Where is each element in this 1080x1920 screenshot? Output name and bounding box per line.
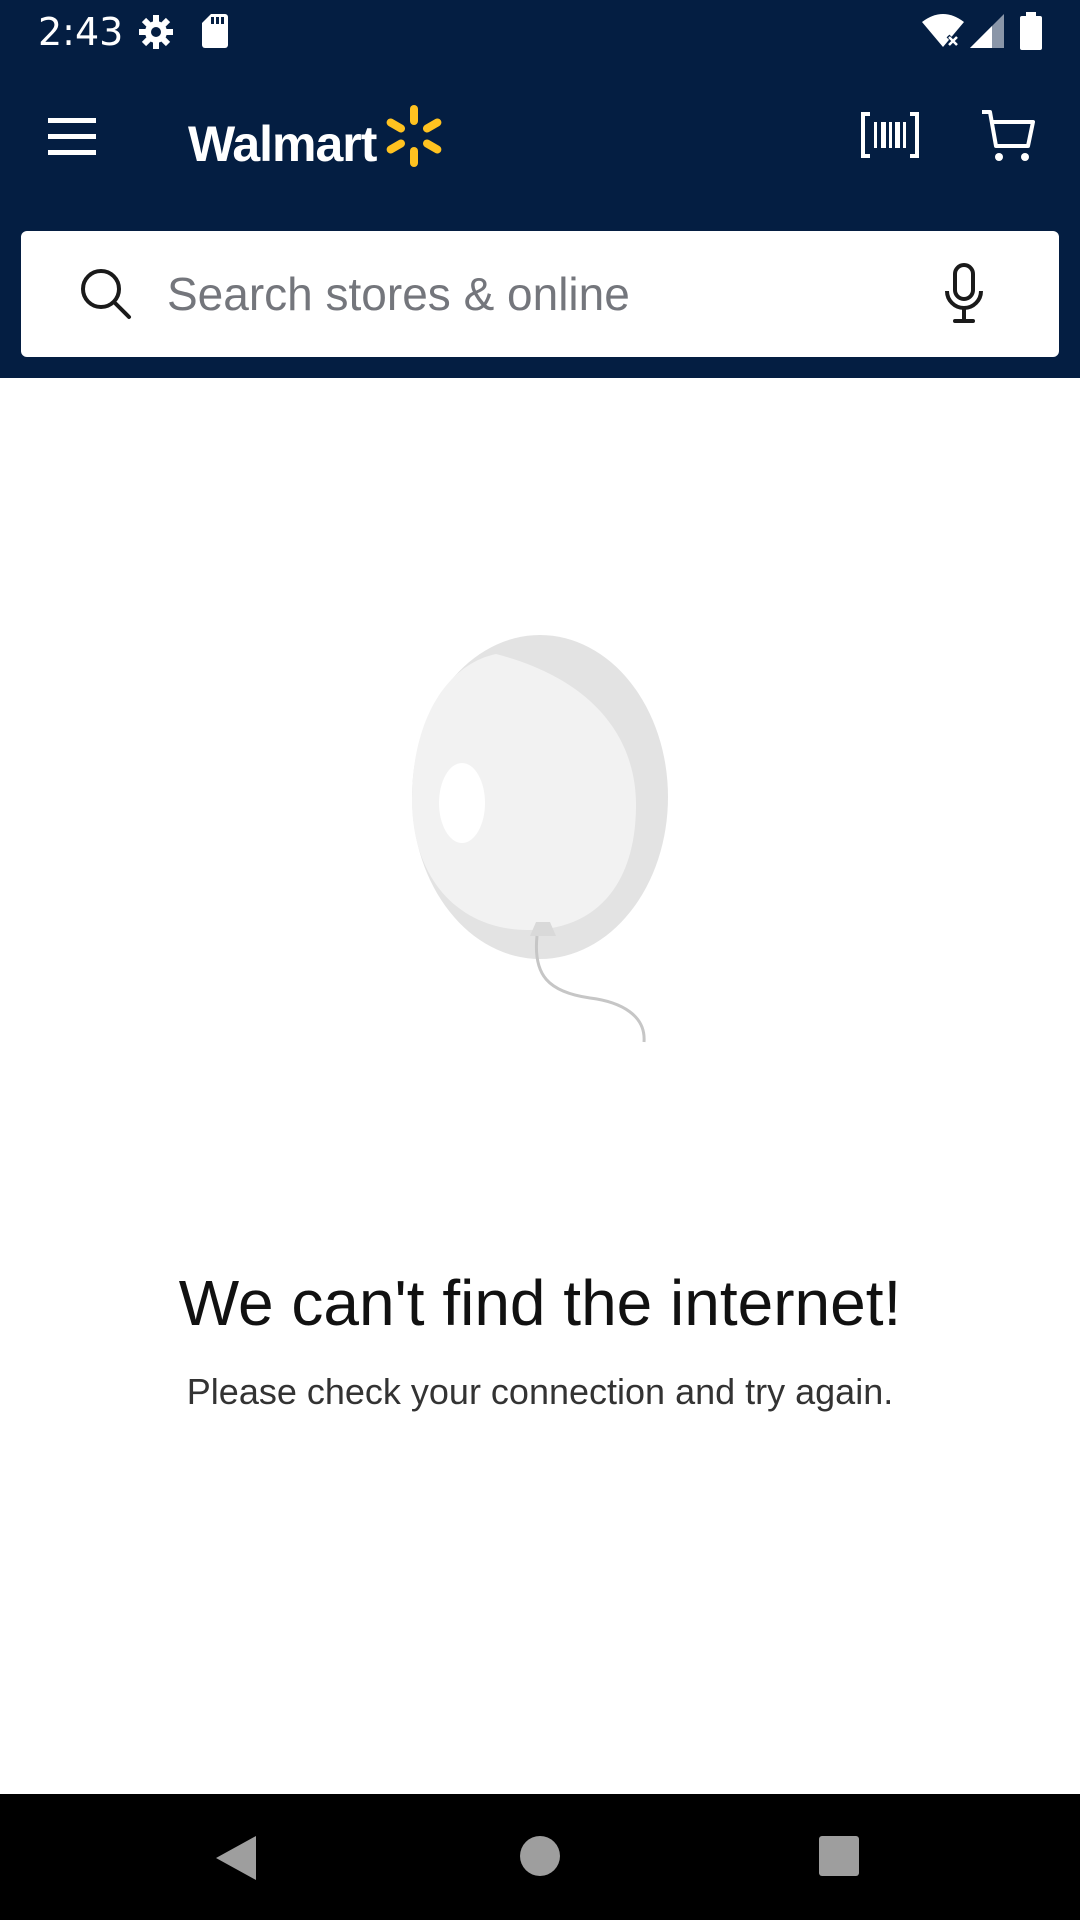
- status-time: 2:43: [38, 10, 124, 54]
- search-icon[interactable]: [79, 267, 133, 326]
- microphone-icon[interactable]: [943, 263, 985, 330]
- balloon-illustration: [400, 630, 680, 1095]
- sd-card-icon: [202, 14, 228, 53]
- cart-icon[interactable]: [980, 108, 1036, 164]
- search-bar[interactable]: [21, 231, 1059, 357]
- settings-icon: [138, 14, 174, 55]
- cell-signal-icon: [970, 14, 1004, 53]
- system-nav-bar: [0, 1794, 1080, 1920]
- spark-logo-icon: [382, 104, 446, 173]
- recents-icon[interactable]: [817, 1834, 861, 1883]
- battery-icon: [1020, 12, 1042, 55]
- brand-name: Walmart: [188, 116, 377, 172]
- back-icon[interactable]: [214, 1834, 258, 1887]
- search-input[interactable]: [167, 259, 907, 329]
- status-bar: 2:43: [0, 0, 1080, 64]
- hamburger-menu-icon[interactable]: [44, 114, 100, 158]
- app-header: Walmart: [0, 64, 1080, 378]
- error-message: Please check your connection and try aga…: [186, 1371, 894, 1412]
- home-icon[interactable]: [518, 1834, 562, 1883]
- wifi-off-icon: [922, 14, 964, 53]
- error-title: We can't find the internet!: [178, 1267, 902, 1339]
- walmart-logo[interactable]: Walmart: [188, 104, 448, 184]
- barcode-scanner-icon[interactable]: [860, 110, 920, 160]
